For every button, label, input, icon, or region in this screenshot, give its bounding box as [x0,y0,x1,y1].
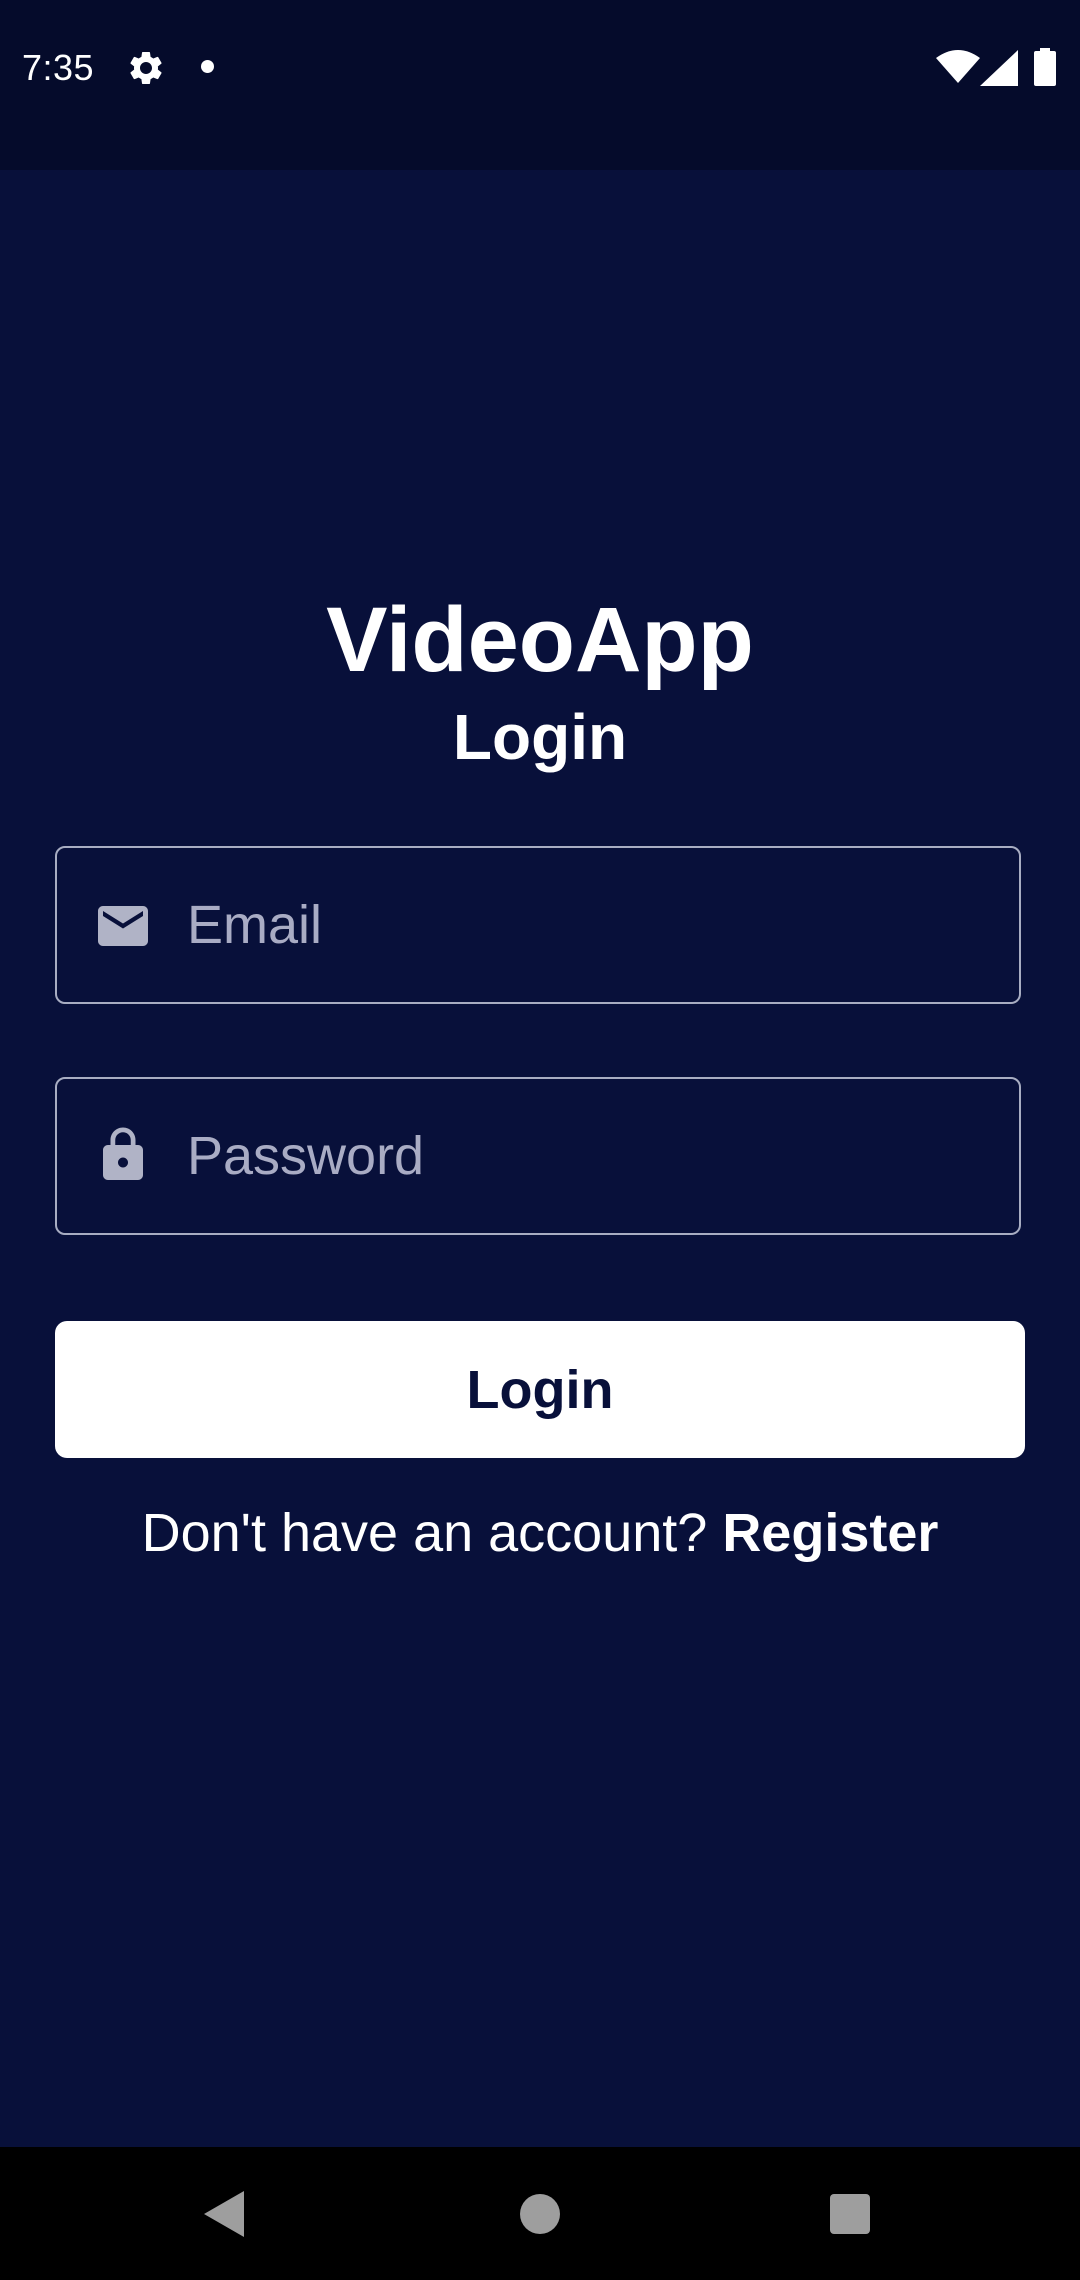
login-button[interactable]: Login [55,1321,1025,1458]
app-title: VideoApp [326,589,754,691]
recents-icon[interactable] [830,2194,870,2234]
notification-dot-icon [201,60,214,73]
register-prompt-line: Don't have an account? Register [0,1500,1080,1566]
status-bar: 7:35 [0,0,1080,170]
back-icon[interactable] [204,2191,244,2237]
cell-signal-icon [980,50,1018,86]
wifi-icon [936,50,980,83]
home-icon[interactable] [520,2194,560,2234]
email-input[interactable] [187,848,987,1002]
battery-icon [1034,48,1056,86]
password-input[interactable] [187,1079,987,1233]
page-title: Login [452,701,628,773]
email-field[interactable] [55,846,1021,1004]
mail-icon [98,906,148,946]
status-time: 7:35 [22,47,95,88]
register-prompt-text: Don't have an account? [141,1503,723,1563]
lock-icon [103,1127,143,1180]
navigation-bar [0,2147,1080,2280]
register-link[interactable]: Register [722,1503,938,1563]
gear-icon [130,51,162,84]
password-field[interactable] [55,1077,1021,1235]
